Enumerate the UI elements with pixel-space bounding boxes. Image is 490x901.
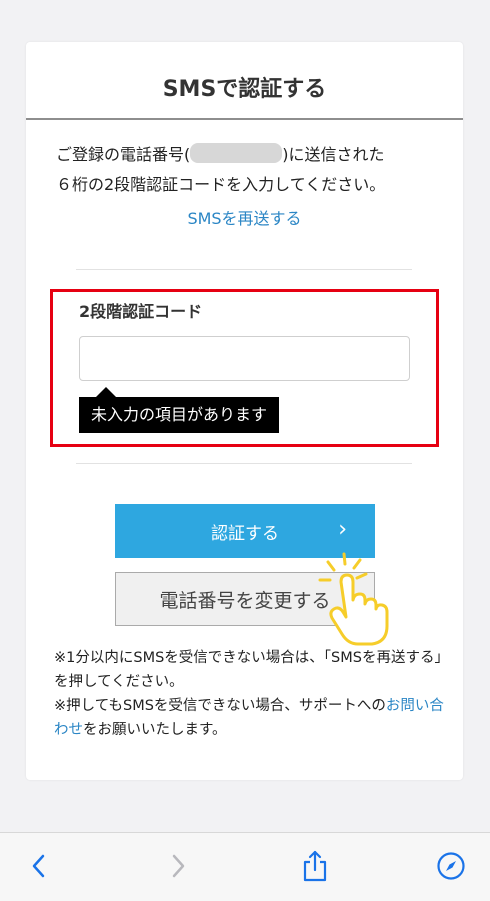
back-button[interactable] xyxy=(24,851,54,881)
browser-toolbar xyxy=(0,832,490,901)
share-icon xyxy=(303,850,327,882)
intro-line-1-pre: ご登録の電話番号( xyxy=(56,145,191,164)
section-divider-bottom xyxy=(76,463,412,464)
note-1: ※1分以内にSMSを受信できない場合は、「SMSを再送する」を押してください。 xyxy=(54,650,449,690)
code-input[interactable] xyxy=(79,336,410,381)
intro-text: ご登録の電話番号( )に送信された ６桁の2段階認証コードを入力してください。 xyxy=(56,140,456,200)
safari-button[interactable] xyxy=(436,851,466,881)
tooltip-arrow xyxy=(96,387,116,397)
intro-line-1-post: )に送信された xyxy=(282,145,385,164)
share-button[interactable] xyxy=(300,850,330,882)
redacted-phone-number xyxy=(190,143,283,163)
error-tooltip: 未入力の項目があります xyxy=(79,397,280,433)
tap-hand-icon xyxy=(318,552,389,646)
code-field-label: 2段階認証コード xyxy=(79,302,203,321)
note-2-pre: ※押してもSMSを受信できない場合、サポートへの xyxy=(54,698,386,714)
chevron-right-icon: › xyxy=(338,517,347,542)
forward-icon xyxy=(172,854,185,878)
title-divider xyxy=(26,118,463,120)
intro-line-2: ６桁の2段階認証コードを入力してください。 xyxy=(56,175,386,194)
page-title: SMSで認証する xyxy=(162,77,327,102)
intro-line-1: ご登録の電話番号( )に送信された xyxy=(56,140,456,170)
section-divider-top xyxy=(76,269,412,270)
change-phone-button-label: 電話番号を変更する xyxy=(159,589,331,612)
resend-sms-link[interactable]: SMSを再送する xyxy=(26,205,463,229)
compass-icon xyxy=(437,852,465,880)
verify-button-label: 認証する xyxy=(211,523,279,544)
forward-button[interactable] xyxy=(163,851,193,881)
back-icon xyxy=(32,854,45,878)
verification-card: SMSで認証する ご登録の電話番号( )に送信された ６桁の2段階認証コードを入力… xyxy=(26,42,463,780)
note-2: ※押してもSMSを受信できない場合、サポートへのお問い合わせをお願いいたします。 xyxy=(54,694,449,742)
notes: ※1分以内にSMSを受信できない場合は、「SMSを再送する」を押してください。 … xyxy=(54,646,449,742)
note-2-post: をお願いいたします。 xyxy=(83,722,227,738)
